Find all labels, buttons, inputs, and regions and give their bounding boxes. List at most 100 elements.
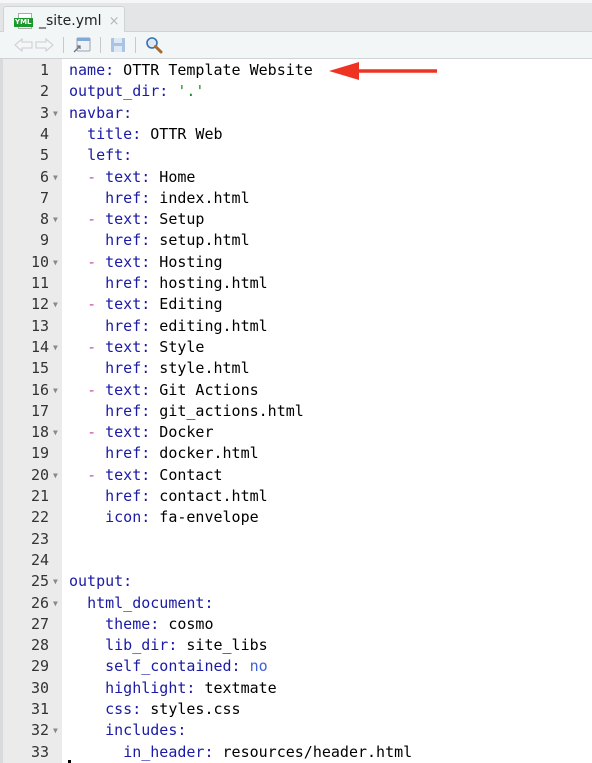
yaml-value	[96, 338, 105, 356]
code-line[interactable]: 19 href: docker.html	[0, 443, 592, 464]
yaml-key: icon:	[105, 508, 151, 527]
line-text: output_dir: '.'	[69, 81, 204, 102]
line-number: 25	[30, 572, 49, 591]
code-line[interactable]: 32 ▼ includes:	[0, 720, 592, 741]
code-line[interactable]: 1 name: OTTR Template Website	[0, 60, 592, 81]
yaml-value: docker.html	[150, 444, 259, 463]
code-line[interactable]: 22 icon: fa-envelope	[0, 507, 592, 528]
code-line[interactable]: 2 output_dir: '.'	[0, 81, 592, 102]
fold-toggle-icon[interactable]: ▼	[53, 571, 58, 592]
fold-toggle-icon[interactable]: ▼	[53, 337, 58, 358]
fold-toggle-icon[interactable]: ▼	[53, 252, 58, 273]
code-line[interactable]: 12 ▼ - text: Editing	[0, 294, 592, 315]
code-line[interactable]: 10 ▼ - text: Hosting	[0, 252, 592, 273]
code-line[interactable]: 31 css: styles.css	[0, 699, 592, 720]
yaml-value	[96, 466, 105, 484]
line-text: in_header: resources/header.html	[69, 742, 412, 763]
line-number: 28	[30, 636, 49, 655]
show-in-window-icon[interactable]	[73, 35, 91, 55]
yaml-key: title:	[87, 124, 142, 143]
line-text: icon: fa-envelope	[69, 507, 259, 528]
code-line[interactable]: 5 left:	[0, 145, 592, 166]
yaml-key: highlight:	[105, 678, 196, 697]
yaml-boolean: no	[249, 657, 268, 676]
line-text: self_contained: no	[69, 656, 268, 677]
tab-site-yml[interactable]: YML _site.yml ×	[3, 6, 125, 35]
yaml-key: href:	[105, 444, 151, 463]
code-line[interactable]: 17 href: git_actions.html	[0, 401, 592, 422]
fold-toggle-icon[interactable]: ▼	[53, 380, 58, 401]
code-line[interactable]: 15 href: style.html	[0, 358, 592, 379]
line-text: output:	[69, 571, 132, 592]
line-number: 30	[30, 678, 49, 697]
code-line[interactable]: 25 ▼ output:	[0, 571, 592, 592]
fold-toggle-icon[interactable]: ▼	[53, 465, 58, 486]
fold-toggle-icon[interactable]: ▼	[53, 167, 58, 188]
code-line[interactable]: 4 title: OTTR Web	[0, 124, 592, 145]
yaml-key: href:	[105, 401, 151, 420]
code-line[interactable]: 23	[0, 529, 592, 550]
code-line[interactable]: 21 href: contact.html	[0, 486, 592, 507]
line-text: - text: Home	[69, 167, 195, 188]
yaml-key: theme:	[105, 614, 160, 633]
line-number: 5	[39, 146, 49, 165]
search-icon[interactable]	[145, 35, 163, 55]
line-text: href: git_actions.html	[69, 401, 304, 422]
code-line[interactable]: 18 ▼ - text: Docker	[0, 422, 592, 443]
code-line[interactable]: 33 in_header: resources/header.html	[0, 742, 592, 763]
yaml-value	[69, 338, 87, 356]
yaml-key: href:	[105, 188, 151, 207]
code-line[interactable]: 13 href: editing.html	[0, 316, 592, 337]
fold-toggle-icon[interactable]: ▼	[53, 720, 58, 741]
code-line[interactable]: 3 ▼ navbar:	[0, 103, 592, 124]
line-number: 31	[30, 700, 49, 718]
fold-toggle-icon[interactable]: ▼	[53, 294, 58, 315]
yaml-value	[69, 636, 105, 654]
yaml-value: textmate	[195, 678, 277, 697]
yaml-value: fa-envelope	[150, 508, 259, 527]
code-line[interactable]: 6 ▼ - text: Home	[0, 167, 592, 188]
yaml-key: text:	[105, 252, 151, 271]
line-number: 33	[30, 742, 49, 761]
yaml-value	[69, 743, 123, 761]
code-line[interactable]: 20 ▼ - text: Contact	[0, 465, 592, 486]
fold-toggle-icon[interactable]: ▼	[53, 422, 58, 443]
fold-toggle-icon[interactable]: ▼	[53, 103, 58, 124]
code-line[interactable]: 27 theme: cosmo	[0, 614, 592, 635]
line-number: 22	[30, 508, 49, 527]
code-line[interactable]: 11 href: hosting.html	[0, 273, 592, 294]
yaml-value	[69, 466, 87, 484]
yaml-key: left:	[87, 146, 133, 165]
yaml-value	[69, 381, 87, 399]
fold-toggle-icon[interactable]: ▼	[53, 209, 58, 230]
code-line[interactable]: 8 ▼ - text: Setup	[0, 209, 592, 230]
yaml-value	[69, 487, 105, 505]
code-line[interactable]: 29 self_contained: no	[0, 656, 592, 677]
code-line[interactable]: 9 href: setup.html	[0, 230, 592, 251]
yml-file-icon: YML	[14, 13, 34, 29]
yaml-value	[69, 615, 105, 633]
code-line[interactable]: 16 ▼ - text: Git Actions	[0, 380, 592, 401]
line-text: href: setup.html	[69, 230, 250, 251]
yaml-value	[69, 125, 87, 143]
code-line[interactable]: 26 ▼ html_document:	[0, 593, 592, 614]
save-icon[interactable]	[110, 35, 126, 55]
fold-toggle-icon[interactable]: ▼	[53, 593, 58, 614]
tab-bar: YML _site.yml ×	[0, 0, 592, 35]
line-text: includes:	[69, 720, 186, 741]
line-number: 10	[30, 252, 49, 271]
back-arrow-icon[interactable]	[14, 35, 34, 55]
line-number: 19	[30, 444, 49, 463]
line-number: 13	[30, 316, 49, 335]
code-line[interactable]: 28 lib_dir: site_libs	[0, 635, 592, 656]
yaml-key: output_dir:	[69, 82, 169, 101]
line-text: - text: Docker	[69, 422, 213, 443]
forward-arrow-icon[interactable]	[34, 35, 54, 55]
close-tab-icon[interactable]: ×	[109, 14, 120, 29]
toolbar-separator	[135, 37, 136, 53]
code-line[interactable]: 30 highlight: textmate	[0, 678, 592, 699]
code-line[interactable]: 7 href: index.html	[0, 188, 592, 209]
code-line[interactable]: 24	[0, 550, 592, 571]
code-line[interactable]: 14 ▼ - text: Style	[0, 337, 592, 358]
line-number: 14	[30, 337, 49, 356]
